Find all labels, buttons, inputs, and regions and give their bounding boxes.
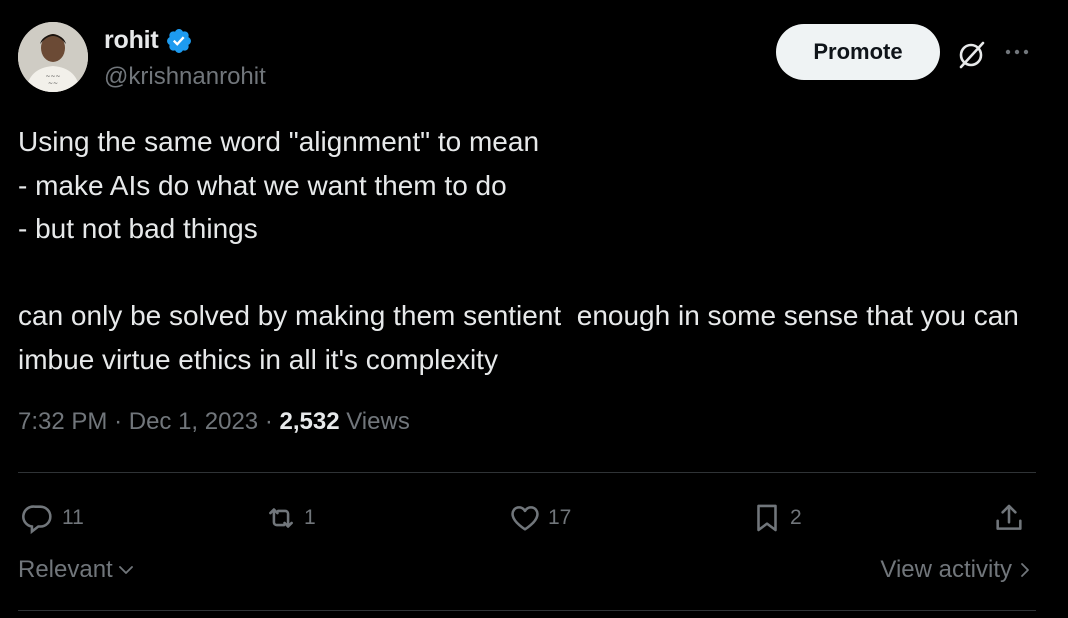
view-activity-label: View activity: [880, 556, 1012, 583]
repost-icon: [269, 508, 293, 528]
view-activity-link[interactable]: View activity: [880, 556, 1032, 584]
views-label: Views: [346, 408, 410, 435]
svg-text:~~~: ~~~: [45, 73, 60, 80]
avatar[interactable]: ~~~ ~~: [18, 22, 88, 92]
meta-separator: ·: [264, 408, 280, 435]
sort-replies-dropdown[interactable]: Relevant: [18, 556, 137, 584]
author-name[interactable]: rohit: [104, 26, 159, 55]
tweet-time[interactable]: 7:32 PM: [18, 408, 107, 435]
verified-badge-icon: [165, 27, 193, 55]
tweet-meta: 7:32 PM · Dec 1, 2023 · 2,532 Views: [18, 408, 410, 436]
heart-icon: [511, 506, 539, 531]
grok-icon[interactable]: [954, 38, 988, 72]
tweet-text: Using the same word "alignment" to mean …: [18, 126, 1019, 375]
repost-count: 1: [304, 506, 316, 529]
more-icon[interactable]: [1002, 40, 1032, 64]
author-handle[interactable]: @krishnanrohit: [104, 63, 266, 91]
views-count: 2,532: [279, 408, 340, 435]
sort-label: Relevant: [18, 556, 113, 583]
like-button[interactable]: 17: [508, 498, 571, 538]
divider: [18, 472, 1036, 473]
tweet-date[interactable]: Dec 1, 2023: [129, 408, 258, 435]
avatar-photo: ~~~ ~~: [18, 22, 88, 92]
share-icon: [996, 504, 1022, 530]
bookmark-button[interactable]: 2: [750, 498, 802, 538]
reply-count: 11: [62, 506, 84, 529]
bookmark-icon: [757, 504, 777, 532]
divider: [18, 610, 1036, 611]
like-count: 17: [548, 506, 572, 529]
bookmark-count: 2: [790, 506, 802, 529]
meta-separator: ·: [114, 408, 129, 435]
reply-button[interactable]: 11: [22, 498, 84, 538]
repost-button[interactable]: 1: [264, 498, 316, 538]
share-button[interactable]: [992, 498, 1026, 538]
chevron-right-icon: [1021, 563, 1029, 577]
reply-icon: [22, 505, 52, 535]
svg-text:~~: ~~: [48, 80, 58, 87]
promote-button[interactable]: Promote: [776, 24, 940, 80]
author-name-row[interactable]: rohit: [104, 26, 193, 55]
chevron-down-icon: [118, 566, 133, 574]
